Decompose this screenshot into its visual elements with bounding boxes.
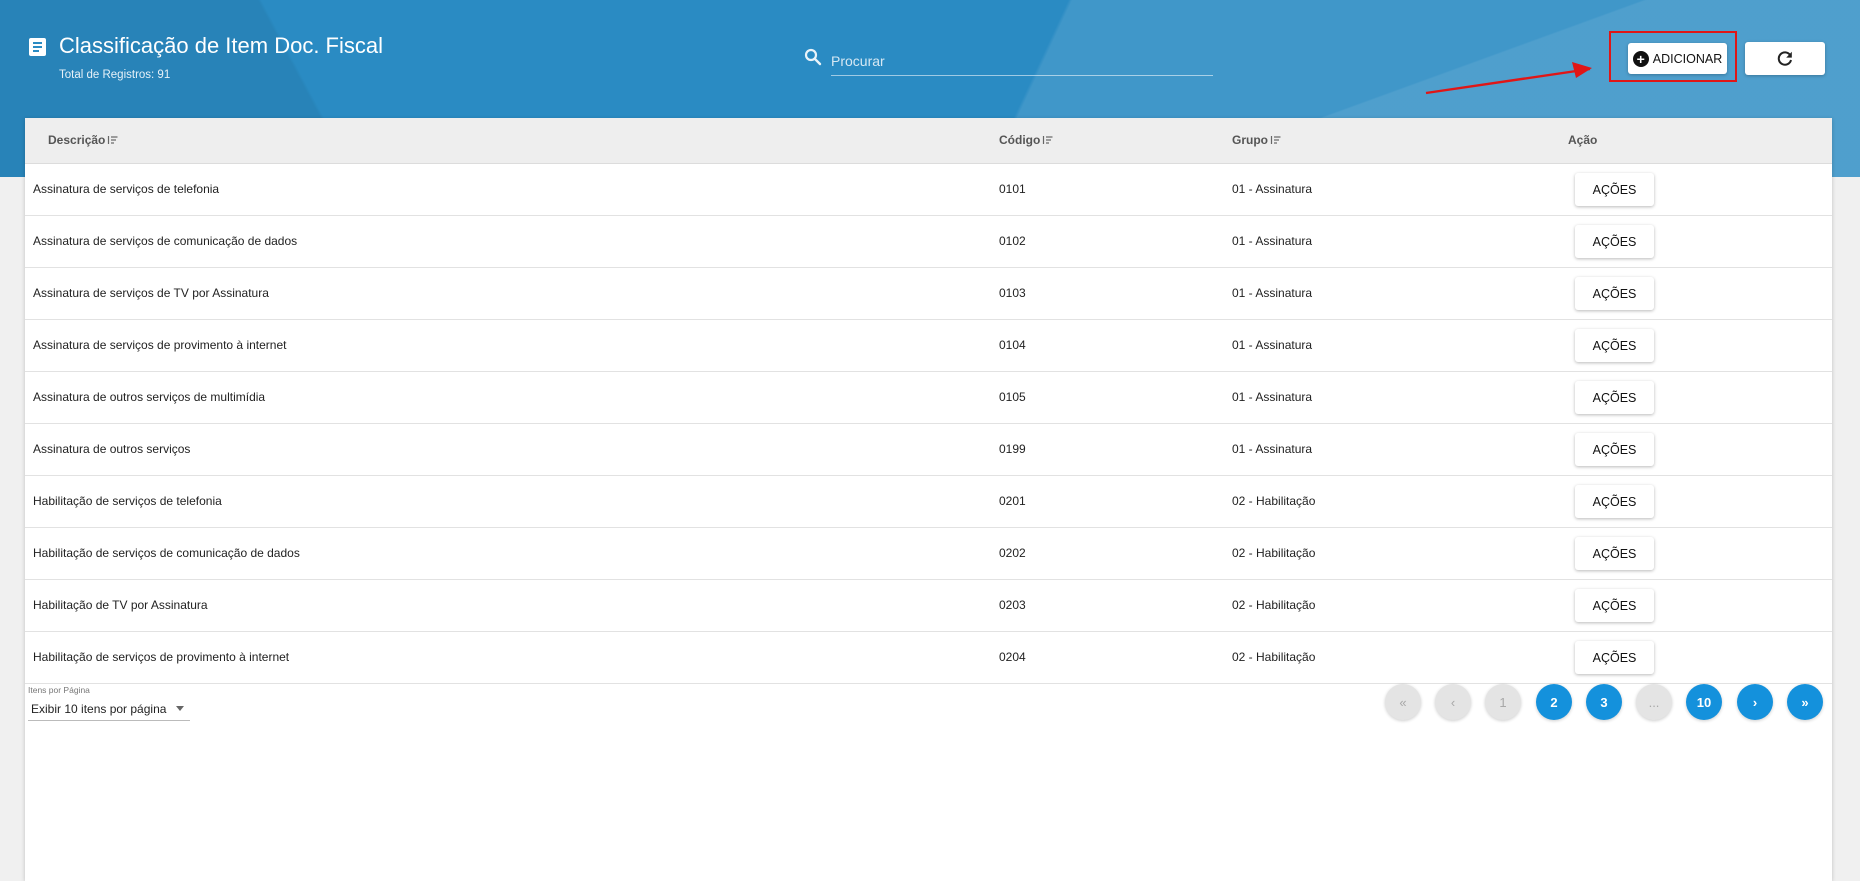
column-header-label: Grupo [1232, 133, 1268, 147]
table-row: Assinatura de outros serviços 0199 01 - … [25, 424, 1832, 476]
cell-descricao: Assinatura de outros serviços [33, 442, 191, 456]
page-title: Classificação de Item Doc. Fiscal [59, 33, 383, 58]
actions-button[interactable]: AÇÕES [1575, 381, 1654, 414]
cell-descricao: Habilitação de serviços de telefonia [33, 494, 222, 508]
table-row: Assinatura de serviços de TV por Assinat… [25, 268, 1832, 320]
actions-button[interactable]: AÇÕES [1575, 485, 1654, 518]
cell-descricao: Assinatura de serviços de provimento à i… [33, 338, 287, 352]
cell-codigo: 0203 [999, 598, 1026, 612]
cell-descricao: Habilitação de serviços de comunicação d… [33, 546, 300, 560]
actions-button[interactable]: AÇÕES [1575, 173, 1654, 206]
pagination-first-button[interactable]: « [1385, 684, 1421, 720]
actions-button[interactable]: AÇÕES [1575, 641, 1654, 674]
annotation-arrow [1425, 62, 1592, 95]
cell-descricao: Assinatura de serviços de TV por Assinat… [33, 286, 269, 300]
table-row: Assinatura de serviços de provimento à i… [25, 320, 1832, 372]
table-row: Assinatura de serviços de comunicação de… [25, 216, 1832, 268]
pagination-page-button[interactable]: 3 [1586, 684, 1622, 720]
cell-codigo: 0101 [999, 182, 1026, 196]
column-header-acao: Ação [1568, 133, 1597, 147]
refresh-button[interactable] [1745, 42, 1825, 75]
column-header-label: Ação [1568, 133, 1598, 147]
cell-grupo: 01 - Assinatura [1232, 338, 1313, 352]
cell-grupo: 02 - Habilitação [1232, 494, 1316, 508]
table-row: Habilitação de serviços de comunicação d… [25, 528, 1832, 580]
search-icon [804, 48, 822, 66]
cell-grupo: 02 - Habilitação [1232, 650, 1316, 664]
table-row: Habilitação de serviços de telefonia 020… [25, 476, 1832, 528]
column-header-grupo[interactable]: Grupo [1232, 133, 1281, 147]
table-row: Assinatura de outros serviços de multimí… [25, 372, 1832, 424]
column-header-label: Descrição [48, 133, 106, 147]
cell-codigo: 0199 [999, 442, 1026, 456]
table-row: Habilitação de serviços de provimento à … [25, 632, 1832, 684]
refresh-icon [1777, 50, 1792, 66]
actions-button[interactable]: AÇÕES [1575, 225, 1654, 258]
column-header-descricao[interactable]: Descrição [48, 133, 118, 147]
cell-grupo: 01 - Assinatura [1232, 182, 1313, 196]
cell-grupo: 01 - Assinatura [1232, 442, 1313, 456]
cell-grupo: 01 - Assinatura [1232, 390, 1313, 404]
table-row: Assinatura de serviços de telefonia 0101… [25, 164, 1832, 216]
actions-button[interactable]: AÇÕES [1575, 537, 1654, 570]
cell-grupo: 02 - Habilitação [1232, 546, 1316, 560]
actions-button[interactable]: AÇÕES [1575, 329, 1654, 362]
pagination-ellipsis: ... [1636, 684, 1672, 720]
cell-codigo: 0102 [999, 234, 1026, 248]
pagination-next-button[interactable]: › [1737, 684, 1773, 720]
items-per-page-select[interactable]: Exibir 10 itens por página [28, 696, 190, 721]
cell-descricao: Habilitação de TV por Assinatura [33, 598, 208, 612]
actions-button[interactable]: AÇÕES [1575, 277, 1654, 310]
column-header-label: Código [999, 133, 1041, 147]
items-per-page-label: Itens por Página [28, 685, 90, 695]
cell-grupo: 01 - Assinatura [1232, 234, 1313, 248]
cell-grupo: 02 - Habilitação [1232, 598, 1316, 612]
table-header: Descrição Código Grupo Ação [25, 118, 1832, 164]
pagination-last-button[interactable]: » [1787, 684, 1823, 720]
cell-descricao: Habilitação de serviços de provimento à … [33, 650, 290, 664]
cell-codigo: 0201 [999, 494, 1026, 508]
add-button-label: ADICIONAR [1652, 51, 1723, 66]
sort-icon [108, 136, 118, 144]
add-button[interactable]: + ADICIONAR [1628, 43, 1727, 74]
sort-icon [1043, 136, 1053, 144]
pagination-page-button[interactable]: 2 [1536, 684, 1572, 720]
table-card: Descrição Código Grupo Ação Assinatura d… [25, 118, 1832, 881]
document-icon [29, 38, 46, 56]
table-row: Habilitação de TV por Assinatura 0203 02… [25, 580, 1832, 632]
pagination-page-button[interactable]: 10 [1686, 684, 1722, 720]
column-header-codigo[interactable]: Código [999, 133, 1053, 147]
actions-button[interactable]: AÇÕES [1575, 589, 1654, 622]
actions-button[interactable]: AÇÕES [1575, 433, 1654, 466]
pagination-prev-button[interactable]: ‹ [1435, 684, 1471, 720]
cell-descricao: Assinatura de outros serviços de multimí… [33, 390, 266, 404]
pagination-page-button[interactable]: 1 [1485, 684, 1521, 720]
cell-codigo: 0103 [999, 286, 1026, 300]
chevron-down-icon [176, 706, 184, 711]
cell-grupo: 01 - Assinatura [1232, 286, 1313, 300]
add-circle-icon: + [1632, 50, 1649, 67]
record-count: Total de Registros: 91 [59, 69, 171, 81]
cell-codigo: 0204 [999, 650, 1026, 664]
cell-codigo: 0105 [999, 390, 1026, 404]
cell-descricao: Assinatura de serviços de telefonia [33, 182, 220, 196]
cell-descricao: Assinatura de serviços de comunicação de… [33, 234, 298, 248]
items-per-page-value: Exibir 10 itens por página [31, 702, 167, 716]
search-input[interactable] [831, 46, 1213, 76]
cell-codigo: 0104 [999, 338, 1026, 352]
sort-icon [1270, 136, 1281, 144]
cell-codigo: 0202 [999, 546, 1026, 560]
